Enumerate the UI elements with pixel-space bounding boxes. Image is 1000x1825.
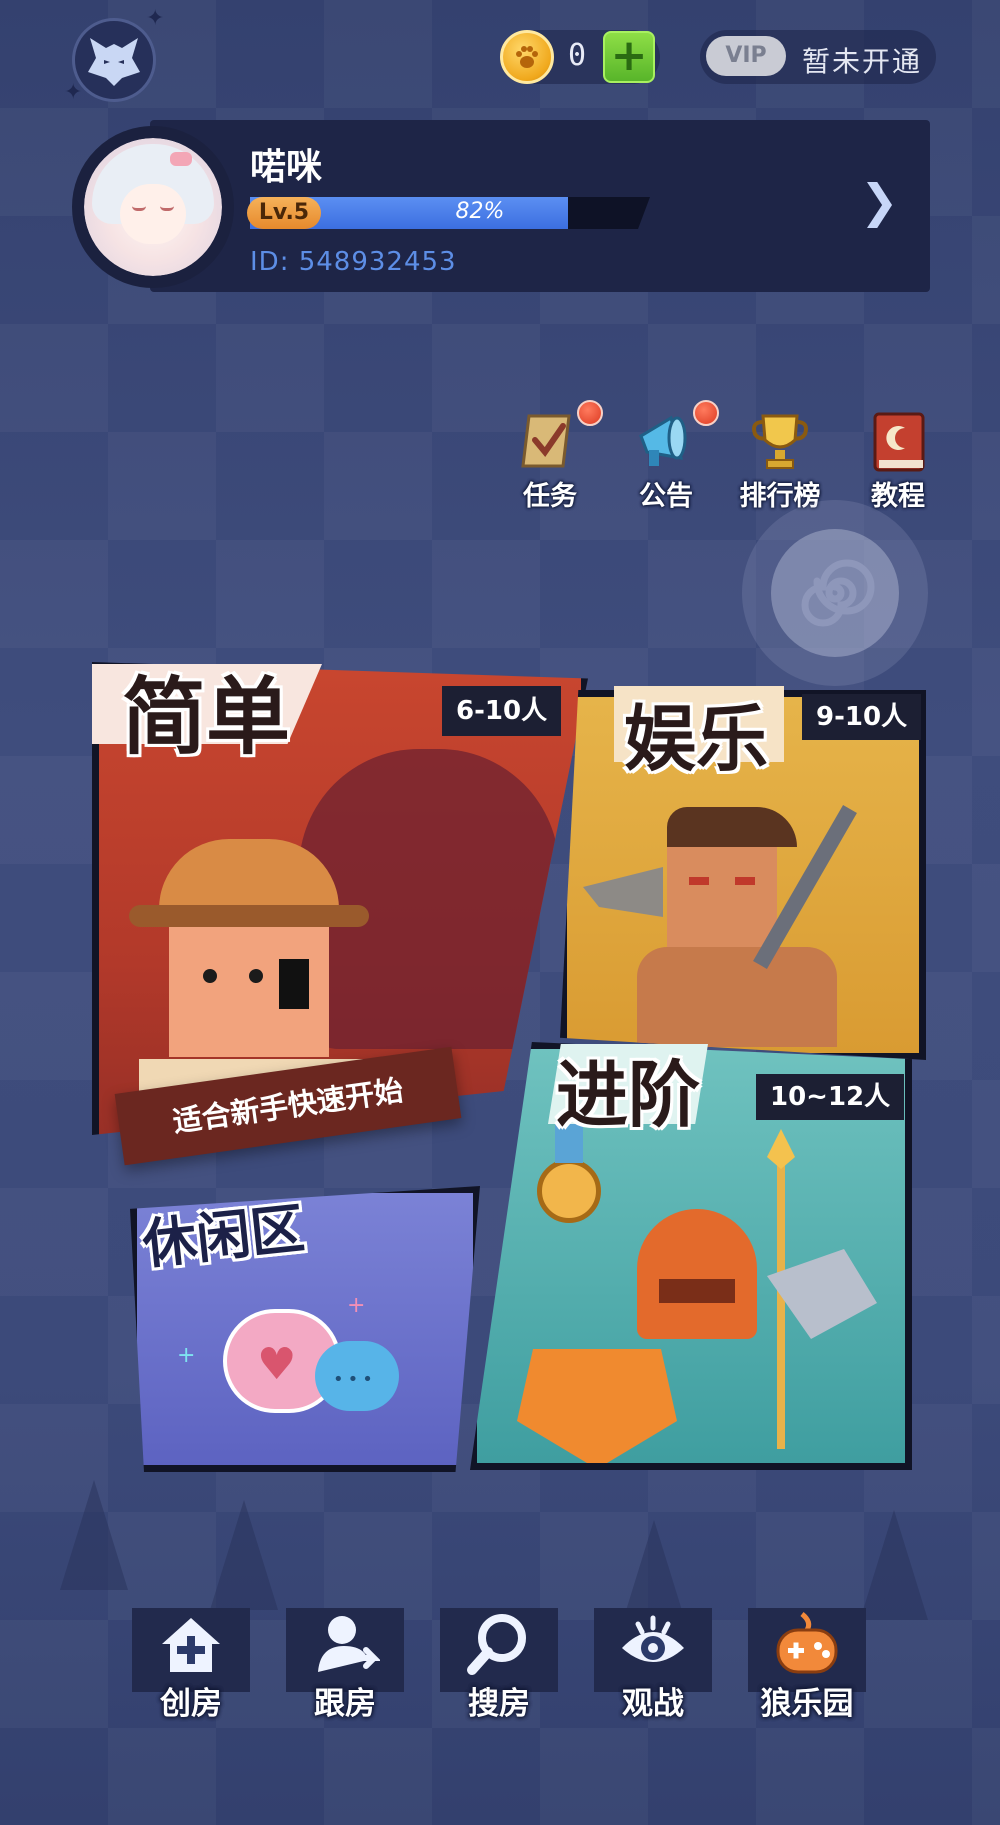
player-count-easy: 6-10人 [442, 686, 562, 736]
follow-user-icon [318, 1616, 380, 1672]
hat-brim [129, 905, 369, 927]
notification-dot [693, 400, 719, 426]
eye-icon [622, 1615, 684, 1662]
spiral-button[interactable] [742, 500, 928, 686]
background-tree [60, 1480, 128, 1590]
player-count-fun: 9-10人 [802, 694, 922, 740]
xp-percent-text: 82% [455, 199, 505, 224]
user-id: ID: 548932453 [250, 247, 457, 277]
book-icon [867, 410, 929, 472]
coin-value: 0 [568, 38, 587, 73]
sparkle-icon: ✦ [64, 80, 83, 105]
nav-follow-room[interactable]: 跟房 [282, 1608, 408, 1736]
gamepad-icon [776, 1612, 838, 1674]
wolf-head [583, 867, 663, 917]
quick-action-label: 公告 [639, 481, 693, 512]
magnifier-icon [467, 1614, 526, 1675]
hunter-hair [667, 807, 797, 847]
quick-action-label: 任务 [523, 481, 577, 512]
nav-create-room[interactable]: 创房 [128, 1608, 254, 1736]
vip-status-text: 暂未开通 [802, 45, 923, 78]
sparkle-icon: ✦ [146, 6, 165, 31]
level-badge: Lv.5 [247, 197, 321, 229]
background-tree [210, 1500, 278, 1610]
wolf-logo-icon[interactable] [72, 18, 156, 102]
chevron-right-icon[interactable]: ❯ [860, 178, 899, 224]
add-coin-button[interactable]: + [603, 31, 655, 83]
username: 喏咪 [250, 147, 323, 188]
nav-label: 创房 [160, 1686, 222, 1722]
knight-helmet [637, 1209, 757, 1339]
nav-label: 观战 [622, 1686, 684, 1722]
trophy-icon [749, 410, 811, 472]
quick-action-announcements[interactable]: 公告 [616, 400, 719, 520]
shield [517, 1349, 677, 1463]
player-count-advanced: 10~12人 [756, 1074, 905, 1120]
mode-title-easy: 简单 [122, 668, 291, 766]
plus-icon: + [610, 30, 648, 81]
quick-action-tasks[interactable]: 任务 [500, 400, 603, 520]
megaphone-icon [635, 400, 719, 472]
mode-title-advanced: 进阶 [556, 1053, 701, 1137]
nav-label: 搜房 [468, 1686, 530, 1722]
background-tree [860, 1510, 928, 1620]
hunter-face [667, 847, 777, 947]
paw-coin-icon [500, 30, 554, 84]
nav-spectate[interactable]: 观战 [590, 1608, 716, 1736]
mode-title-casual: 休闲区 [139, 1196, 308, 1277]
nav-label: 跟房 [314, 1686, 376, 1722]
house-plus-icon [162, 1618, 220, 1672]
spiral-icon [801, 559, 875, 627]
notification-dot [577, 400, 603, 426]
nav-label: 狼乐园 [760, 1686, 854, 1722]
nav-search-room[interactable]: 搜房 [436, 1608, 562, 1736]
medal-icon [537, 1159, 601, 1223]
nav-wolf-park[interactable]: 狼乐园 [744, 1608, 870, 1736]
scroll-check-icon [519, 400, 603, 472]
mode-title-fun: 娱乐 [624, 697, 769, 781]
vip-tag: VIP [706, 36, 786, 76]
avatar[interactable] [72, 126, 234, 288]
